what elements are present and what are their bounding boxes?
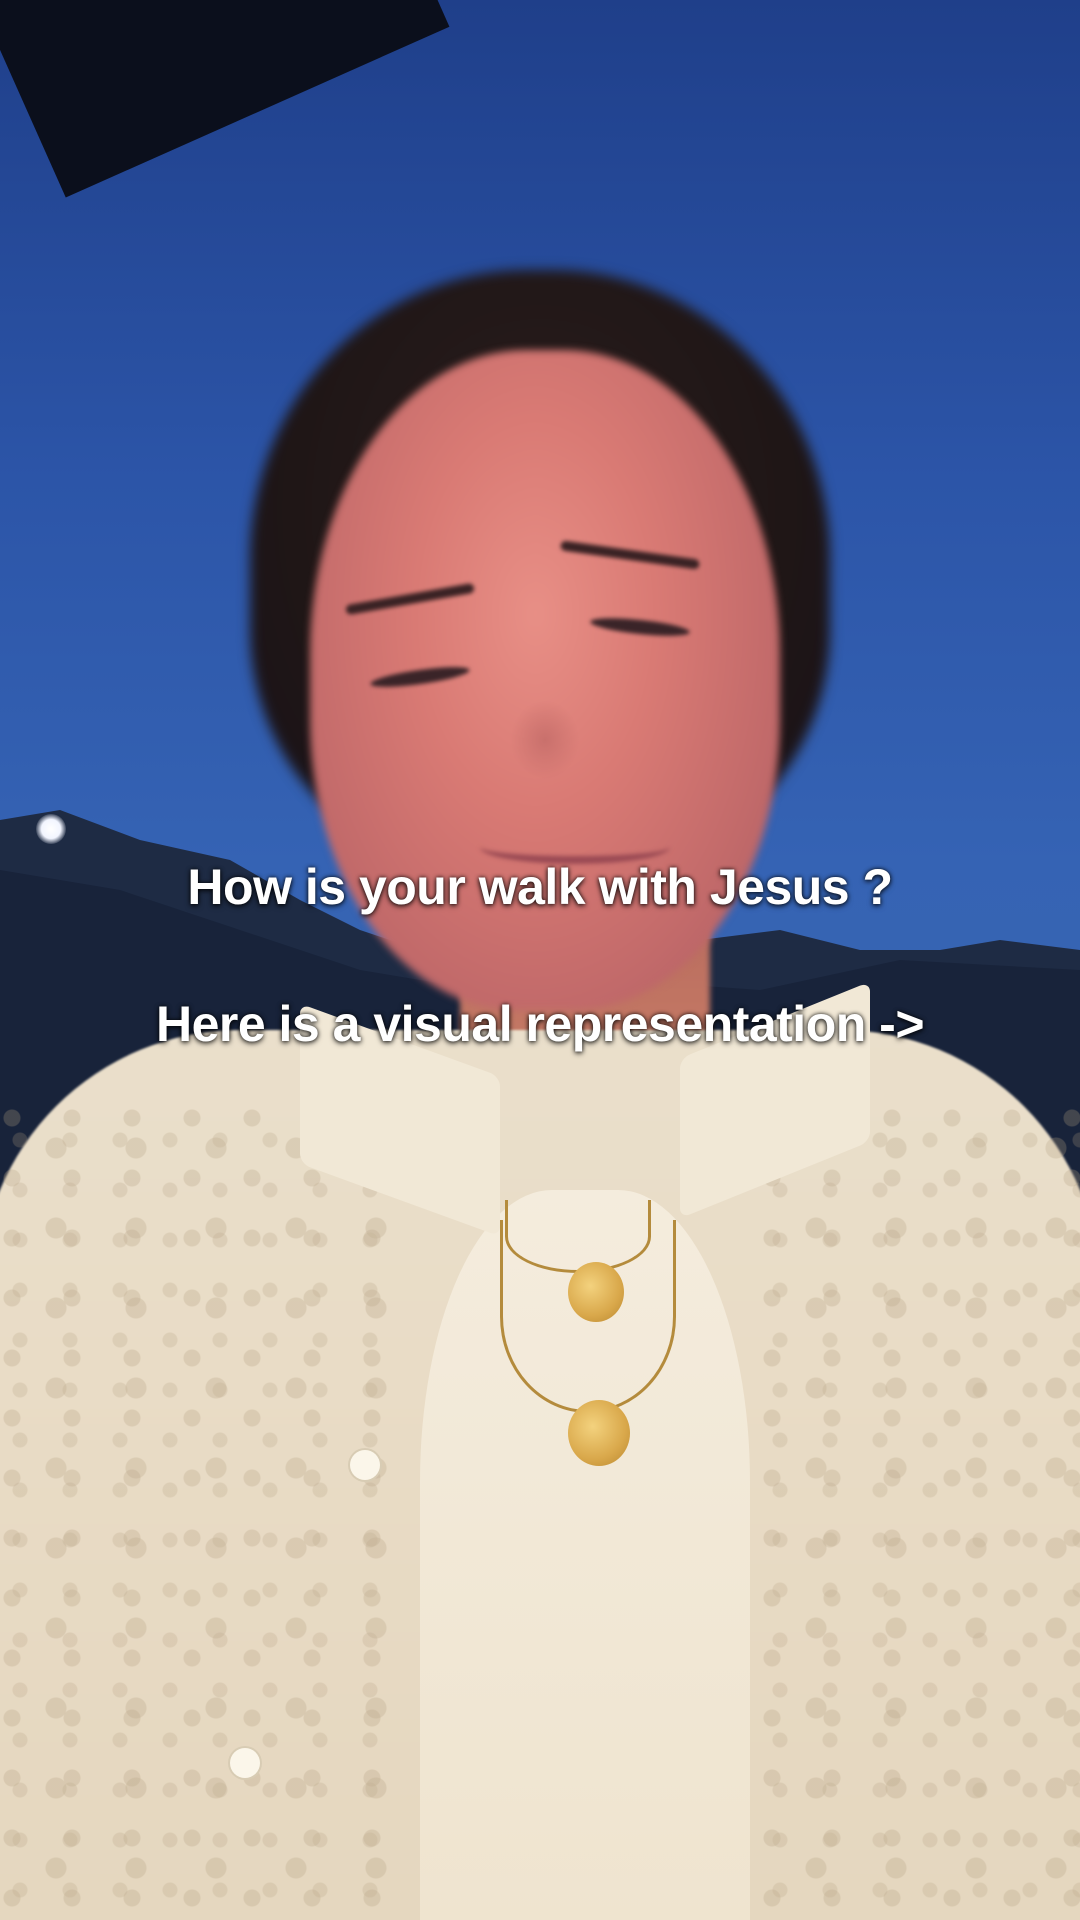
video-frame[interactable]: How is your walk with Jesus ? Here is a …	[0, 0, 1080, 1920]
lace-pattern-left	[0, 1100, 400, 1920]
nose	[510, 700, 580, 780]
roof-overhang	[0, 0, 450, 198]
shirt-button-lower	[230, 1748, 260, 1778]
shirt-button-upper	[350, 1450, 380, 1480]
pendant-medallion-lower	[568, 1400, 630, 1466]
caption-line-1: How is your walk with Jesus ?	[187, 859, 893, 915]
caption-line-2: Here is a visual representation ->	[155, 996, 925, 1052]
moon-light	[36, 814, 66, 844]
pendant-medallion-upper	[568, 1262, 624, 1322]
lace-pattern-right	[760, 1100, 1080, 1920]
